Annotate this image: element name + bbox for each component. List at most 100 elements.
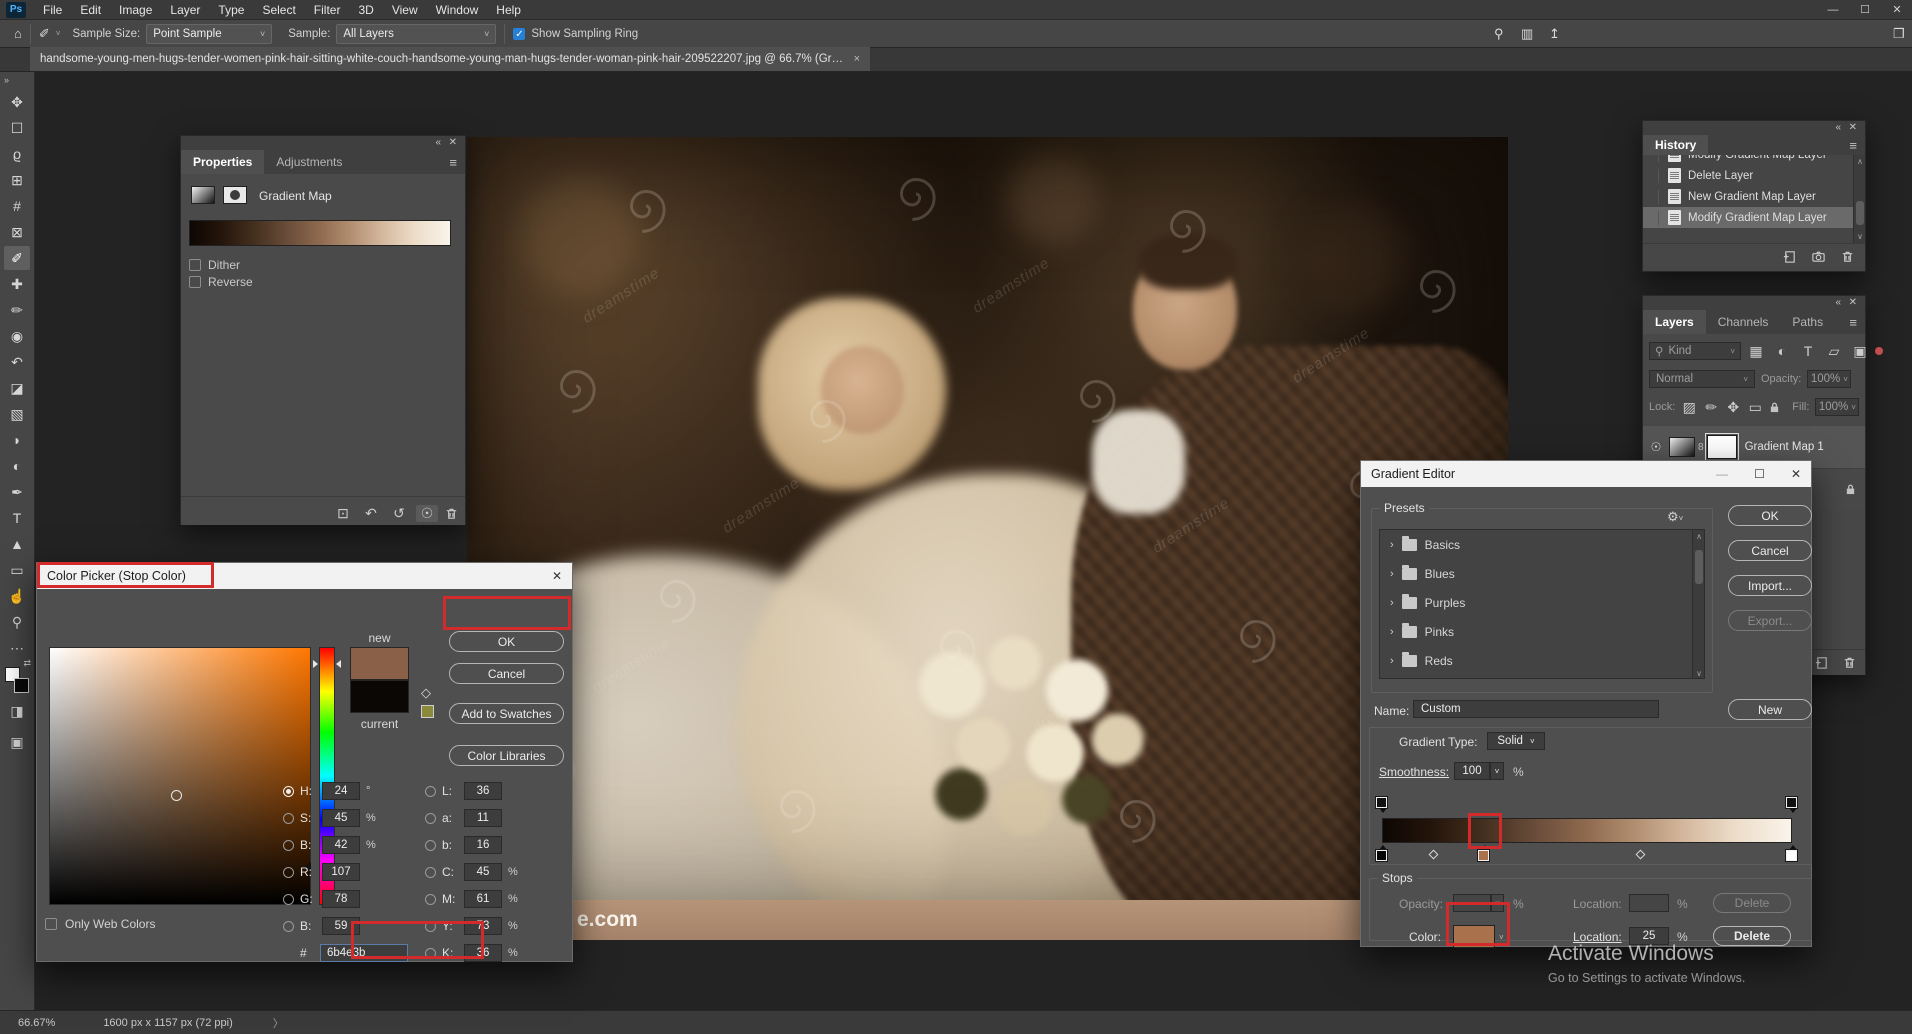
close-panel-icon[interactable]: ✕ xyxy=(449,137,457,148)
layer-mask-thumbnail[interactable] xyxy=(1707,435,1737,459)
filter-smart-objects-icon[interactable]: ▣ xyxy=(1849,343,1871,360)
opacity-field[interactable]: 100% ˅ xyxy=(1807,370,1851,388)
sample-dropdown[interactable]: All Layers ˅ xyxy=(336,24,496,44)
menu-item[interactable]: Edit xyxy=(71,0,110,20)
background-color-swatch[interactable] xyxy=(14,678,29,693)
status-chevron-icon[interactable]: 〉 xyxy=(273,1015,284,1031)
preset-folder-row[interactable]: › Purples xyxy=(1380,588,1704,617)
saturation-brightness-field[interactable] xyxy=(49,647,311,905)
chevron-right-icon[interactable]: › xyxy=(1390,539,1394,551)
menu-item[interactable]: File xyxy=(34,0,71,20)
gradient-type-dropdown[interactable]: Solid ˅ xyxy=(1487,732,1545,750)
foreground-background-swatches[interactable]: ⇄ xyxy=(5,667,29,693)
maximize-icon[interactable]: ☐ xyxy=(1856,0,1874,20)
crop-tool[interactable]: # xyxy=(4,194,30,218)
color-value-field[interactable]: 45 xyxy=(322,809,360,827)
smoothness-field[interactable]: 100 xyxy=(1454,762,1490,780)
new-layer-icon[interactable] xyxy=(1814,655,1829,670)
layer-name[interactable]: Gradient Map 1 xyxy=(1745,441,1824,453)
color-mode-radio[interactable] xyxy=(425,786,436,797)
pen-tool[interactable]: ✒ xyxy=(4,480,30,504)
color-mode-radio[interactable] xyxy=(283,840,294,851)
color-mode-radio[interactable] xyxy=(425,867,436,878)
panel-menu-icon[interactable]: ≡ xyxy=(1849,138,1857,153)
presets-scrollbar[interactable]: ∧ ∨ xyxy=(1692,530,1704,679)
chevron-down-icon[interactable]: ˅ xyxy=(56,29,61,38)
menu-item[interactable]: View xyxy=(383,0,427,20)
color-value-field[interactable]: 45 xyxy=(464,863,502,881)
minimize-icon[interactable]: — xyxy=(1716,467,1728,481)
color-mode-radio[interactable] xyxy=(425,813,436,824)
color-value-field[interactable]: 36 xyxy=(464,782,502,800)
color-mode-radio[interactable] xyxy=(283,786,294,797)
new-snapshot-camera-icon[interactable] xyxy=(1811,249,1826,264)
history-state-row[interactable]: Modify Gradient Map Layer xyxy=(1643,155,1865,165)
export-button[interactable]: Export... xyxy=(1728,610,1812,631)
view-previous-state-icon[interactable]: ↶ xyxy=(360,505,382,522)
lock-position-icon[interactable]: ✥ xyxy=(1725,399,1741,416)
color-stop-white[interactable] xyxy=(1786,844,1799,861)
color-mode-radio[interactable] xyxy=(283,921,294,932)
gradient-name-field[interactable]: Custom xyxy=(1413,700,1659,718)
clip-to-layer-icon[interactable]: ⊡ xyxy=(332,505,354,522)
document-tab[interactable]: handsome-young-men-hugs-tender-women-pin… xyxy=(30,47,870,71)
close-panel-icon[interactable]: ✕ xyxy=(1849,297,1857,308)
panel-menu-icon[interactable]: ≡ xyxy=(1849,315,1857,330)
brush-tool[interactable]: ✏ xyxy=(4,298,30,322)
hue-slider-left-arrow-icon[interactable] xyxy=(313,660,318,668)
close-dialog-icon[interactable]: ✕ xyxy=(552,569,562,583)
adjustment-layer-thumbnail[interactable] xyxy=(1669,437,1695,457)
eyedropper-tool[interactable]: ✐ xyxy=(4,246,30,270)
filtering-toggle-icon[interactable] xyxy=(1875,347,1883,355)
menu-item[interactable]: Window xyxy=(427,0,488,20)
tab-properties[interactable]: Properties xyxy=(181,150,264,174)
history-source-checkbox[interactable] xyxy=(1649,190,1659,204)
new-gradient-button[interactable]: New xyxy=(1728,699,1812,720)
collapse-panel-icon[interactable]: » xyxy=(4,75,8,85)
cancel-button[interactable]: Cancel xyxy=(449,663,564,684)
presets-gear-icon[interactable]: ⚙˅ xyxy=(1667,509,1683,525)
menu-item[interactable]: Image xyxy=(110,0,161,20)
menu-item[interactable]: Filter xyxy=(305,0,350,20)
zoom-level[interactable]: 66.67% xyxy=(18,1017,55,1029)
healing-brush-tool[interactable]: ✚ xyxy=(4,272,30,296)
mask-link-icon[interactable]: 8 xyxy=(1698,442,1704,453)
frame-tool[interactable]: ⊠ xyxy=(4,220,30,244)
color-mode-radio[interactable] xyxy=(425,840,436,851)
workspace-icon[interactable]: ▥ xyxy=(1521,26,1533,42)
lasso-tool[interactable]: ϱ xyxy=(4,142,30,166)
filter-shape-layers-icon[interactable]: ▱ xyxy=(1823,343,1845,360)
reset-adjustment-icon[interactable]: ↺ xyxy=(388,505,410,522)
gradient-preview-bar[interactable] xyxy=(1382,818,1792,843)
preset-folder-row[interactable]: › Basics xyxy=(1380,530,1704,559)
color-sample-marker[interactable] xyxy=(171,790,182,801)
gamut-warning-cube-icon[interactable]: ◇ xyxy=(421,685,431,701)
layer-filter-dropdown[interactable]: ⚲ Kind ˅ xyxy=(1649,342,1741,360)
color-mode-radio[interactable] xyxy=(425,894,436,905)
cancel-button[interactable]: Cancel xyxy=(1728,540,1812,561)
close-icon[interactable]: ✕ xyxy=(1888,0,1906,20)
eyedropper-tool-icon[interactable]: ✐ xyxy=(39,26,50,42)
search-icon[interactable]: ⚲ xyxy=(1494,26,1504,42)
menu-item[interactable]: Select xyxy=(253,0,304,20)
visibility-eye-icon[interactable]: ☉ xyxy=(416,505,438,522)
reverse-checkbox[interactable] xyxy=(189,276,201,288)
panel-options-icon[interactable]: ❒ xyxy=(1893,26,1905,42)
color-stop-black[interactable] xyxy=(1376,844,1389,861)
smoothness-dropdown-chevron-icon[interactable]: ˅ xyxy=(1490,762,1504,780)
gradient-editor-titlebar[interactable]: Gradient Editor — ☐ ✕ xyxy=(1361,461,1811,487)
maximize-icon[interactable]: ☐ xyxy=(1754,467,1765,481)
close-panel-icon[interactable]: ✕ xyxy=(1849,122,1857,133)
type-tool[interactable]: T xyxy=(4,506,30,530)
menu-item[interactable]: 3D xyxy=(349,0,382,20)
gradient-tool[interactable]: ▧ xyxy=(4,402,30,426)
color-value-field[interactable]: 78 xyxy=(322,890,360,908)
color-value-field[interactable]: 61 xyxy=(464,890,502,908)
tab-paths[interactable]: Paths xyxy=(1780,310,1835,334)
color-mode-radio[interactable] xyxy=(283,867,294,878)
menu-item[interactable]: Layer xyxy=(161,0,209,20)
collapse-icon[interactable]: « xyxy=(435,137,441,148)
clone-stamp-tool[interactable]: ◉ xyxy=(4,324,30,348)
filter-pixel-layers-icon[interactable]: ▦ xyxy=(1745,343,1767,360)
tab-adjustments[interactable]: Adjustments xyxy=(264,150,354,174)
